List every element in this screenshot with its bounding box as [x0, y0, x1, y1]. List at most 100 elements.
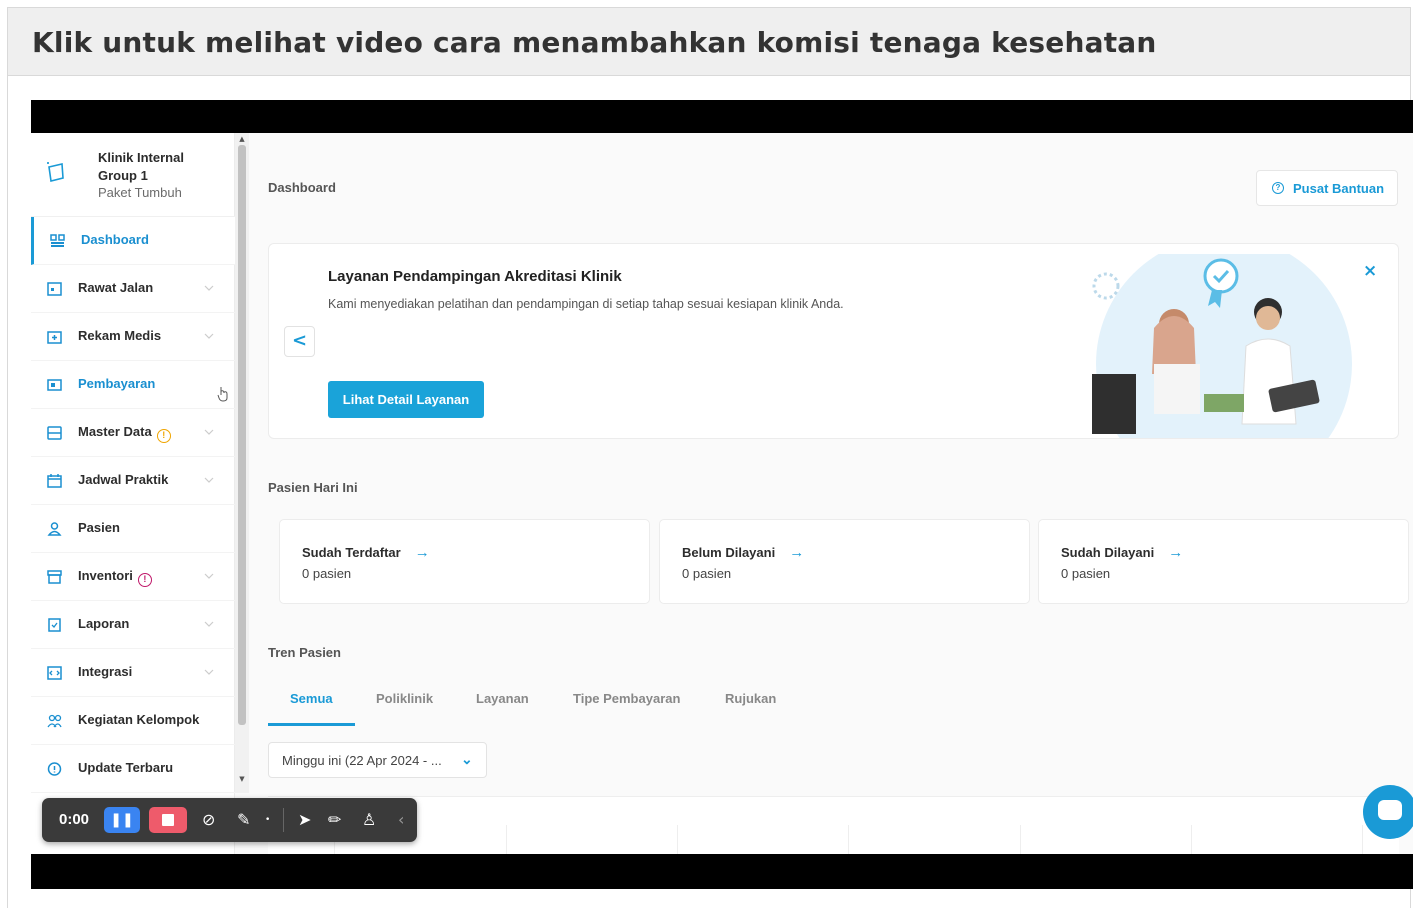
medical-record-icon	[47, 331, 62, 344]
payment-icon	[47, 379, 62, 391]
warning-icon: !	[156, 429, 171, 443]
today-patients-label: Pasien Hari Ini	[268, 480, 358, 495]
pause-button[interactable]: ❚❚	[104, 807, 140, 833]
camera-off-icon[interactable]: ⊘	[202, 810, 215, 830]
sidebar-item-label: Jadwal Praktik	[78, 472, 169, 487]
date-range-value: Minggu ini (22 Apr 2024 - ...	[282, 753, 442, 768]
screen-recorder-toolbar: 0:00 ❚❚ ⊘ ✎ • ➤ ✏ ♙ ‹	[42, 798, 417, 842]
banner-illustration	[1092, 254, 1352, 438]
panel-title[interactable]: Klik untuk melihat video cara menambahka…	[32, 26, 1157, 59]
collapse-icon[interactable]: ‹	[398, 810, 404, 830]
chevron-down-icon	[204, 573, 214, 579]
tab-semua[interactable]: Semua	[290, 691, 333, 706]
sidebar-item-label: Rawat Jalan	[78, 280, 154, 295]
patient-trend-label: Tren Pasien	[268, 645, 341, 660]
sidebar-item-dashboard[interactable]: Dashboard	[31, 217, 235, 265]
chevron-down-icon	[204, 285, 214, 291]
scrollbar-thumb[interactable]	[238, 145, 246, 725]
info-icon	[47, 762, 62, 776]
chart-gridline	[1362, 825, 1363, 854]
tab-tipe-pembayaran[interactable]: Tipe Pembayaran	[573, 691, 680, 706]
sidebar-item-label: Kegiatan Kelompok	[78, 712, 200, 727]
stat-card-served[interactable]: Sudah Dilayani → 0 pasien	[1038, 519, 1409, 604]
tab-rujukan[interactable]: Rujukan	[725, 691, 776, 706]
inventory-icon	[47, 570, 62, 584]
recording-time: 0:00	[59, 811, 90, 828]
video-panel: Klik untuk melihat video cara menambahka…	[7, 7, 1413, 908]
stat-card-registered[interactable]: Sudah Terdaftar → 0 pasien	[279, 519, 650, 604]
stat-value: 0 pasien	[302, 566, 352, 581]
sidebar-item-label: Rekam Medis	[78, 328, 162, 343]
pen-icon[interactable]: ✏	[328, 810, 341, 830]
sidebar-item-label: Integrasi	[78, 664, 133, 679]
arrow-right-icon: →	[414, 544, 430, 561]
report-icon	[48, 618, 61, 632]
stat-title: Belum Dilayani →	[682, 544, 805, 561]
banner-subtitle: Kami menyediakan pelatihan dan pendampin…	[328, 297, 844, 311]
clinic-header[interactable]: Klinik Internal Group 1 Paket Tumbuh	[31, 133, 235, 217]
panel-header[interactable]: Klik untuk melihat video cara menambahka…	[8, 8, 1410, 76]
sidebar-item-label: Update Terbaru	[78, 760, 174, 775]
chevron-down-icon	[204, 429, 214, 435]
chart-gridline	[1191, 825, 1192, 854]
integration-icon	[47, 666, 62, 680]
scroll-up-icon[interactable]: ▲	[238, 135, 246, 143]
date-range-select[interactable]: Minggu ini (22 Apr 2024 - ... ⌄	[268, 742, 487, 778]
stat-title: Sudah Dilayani →	[1061, 544, 1184, 561]
group-icon	[47, 714, 62, 728]
hand-cursor-icon	[217, 387, 228, 402]
alert-icon: !	[137, 573, 152, 587]
sidebar-item-laporan[interactable]: Laporan	[31, 601, 235, 649]
chevron-down-icon: ⌄	[461, 751, 473, 767]
sidebar-item-label: Master Data!	[78, 424, 171, 443]
clinic-name: Klinik Internal Group 1	[98, 150, 184, 183]
outpatient-icon	[47, 282, 62, 296]
sidebar-item-label: Laporan	[78, 616, 130, 631]
chart-gridline	[677, 825, 678, 854]
question-icon: ?	[1272, 182, 1284, 194]
sidebar-item-rawat-jalan[interactable]: Rawat Jalan	[31, 265, 235, 313]
pointer-icon[interactable]: ➤	[298, 810, 311, 830]
sidebar-item-label: Pasien	[78, 520, 120, 535]
chevron-down-icon	[204, 669, 214, 675]
stat-value: 0 pasien	[682, 566, 732, 581]
help-center-label: Pusat Bantuan	[1293, 181, 1385, 196]
sidebar-item-inventori[interactable]: Inventori!	[31, 553, 235, 601]
chart-gridline	[506, 825, 507, 854]
tab-layanan[interactable]: Layanan	[476, 691, 529, 706]
chart-gridline	[848, 825, 849, 854]
stop-button[interactable]	[149, 807, 187, 833]
mic-off-icon[interactable]: ✎	[237, 810, 250, 830]
scroll-down-icon[interactable]: ▼	[238, 775, 246, 783]
calendar-icon	[47, 474, 62, 488]
video-player[interactable]: Klinik Internal Group 1 Paket Tumbuh Das…	[31, 100, 1413, 889]
banner-prev-button[interactable]: <	[284, 326, 315, 357]
stat-card-not-served[interactable]: Belum Dilayani → 0 pasien	[659, 519, 1030, 604]
dashboard-icon	[50, 234, 65, 247]
sidebar-item-master-data[interactable]: Master Data!	[31, 409, 235, 457]
sidebar-item-label: Pembayaran	[78, 376, 156, 391]
sidebar-item-update-terbaru[interactable]: Update Terbaru	[31, 745, 235, 793]
active-tab-indicator	[268, 723, 355, 726]
banner-close-icon[interactable]: ×	[1363, 261, 1377, 281]
eraser-icon[interactable]: ♙	[362, 810, 376, 830]
help-center-button[interactable]: ? Pusat Bantuan	[1256, 170, 1398, 206]
sidebar-item-kegiatan-kelompok[interactable]: Kegiatan Kelompok	[31, 697, 235, 745]
sidebar-scrollbar[interactable]: ▲ ▼	[235, 133, 249, 793]
app-screenshot: Klinik Internal Group 1 Paket Tumbuh Das…	[31, 133, 1413, 854]
toolbar-divider	[283, 808, 284, 832]
trend-tabs: Semua Poliklinik Layanan Tipe Pembayaran…	[268, 681, 1399, 727]
sidebar-item-jadwal-praktik[interactable]: Jadwal Praktik	[31, 457, 235, 505]
sidebar-item-pembayaran[interactable]: Pembayaran	[31, 361, 235, 409]
clinic-plan: Paket Tumbuh	[98, 185, 182, 200]
dropdown-dot-icon[interactable]: •	[265, 810, 270, 830]
chat-support-button[interactable]	[1363, 785, 1413, 839]
sidebar-item-integrasi[interactable]: Integrasi	[31, 649, 235, 697]
banner-detail-button[interactable]: Lihat Detail Layanan	[328, 381, 484, 418]
sidebar-item-rekam-medis[interactable]: Rekam Medis	[31, 313, 235, 361]
sidebar-item-pasien[interactable]: Pasien	[31, 505, 235, 553]
stat-title: Sudah Terdaftar →	[302, 544, 430, 561]
clinic-logo-icon	[47, 162, 64, 182]
tab-poliklinik[interactable]: Poliklinik	[376, 691, 433, 706]
banner-title: Layanan Pendampingan Akreditasi Klinik	[328, 268, 622, 285]
